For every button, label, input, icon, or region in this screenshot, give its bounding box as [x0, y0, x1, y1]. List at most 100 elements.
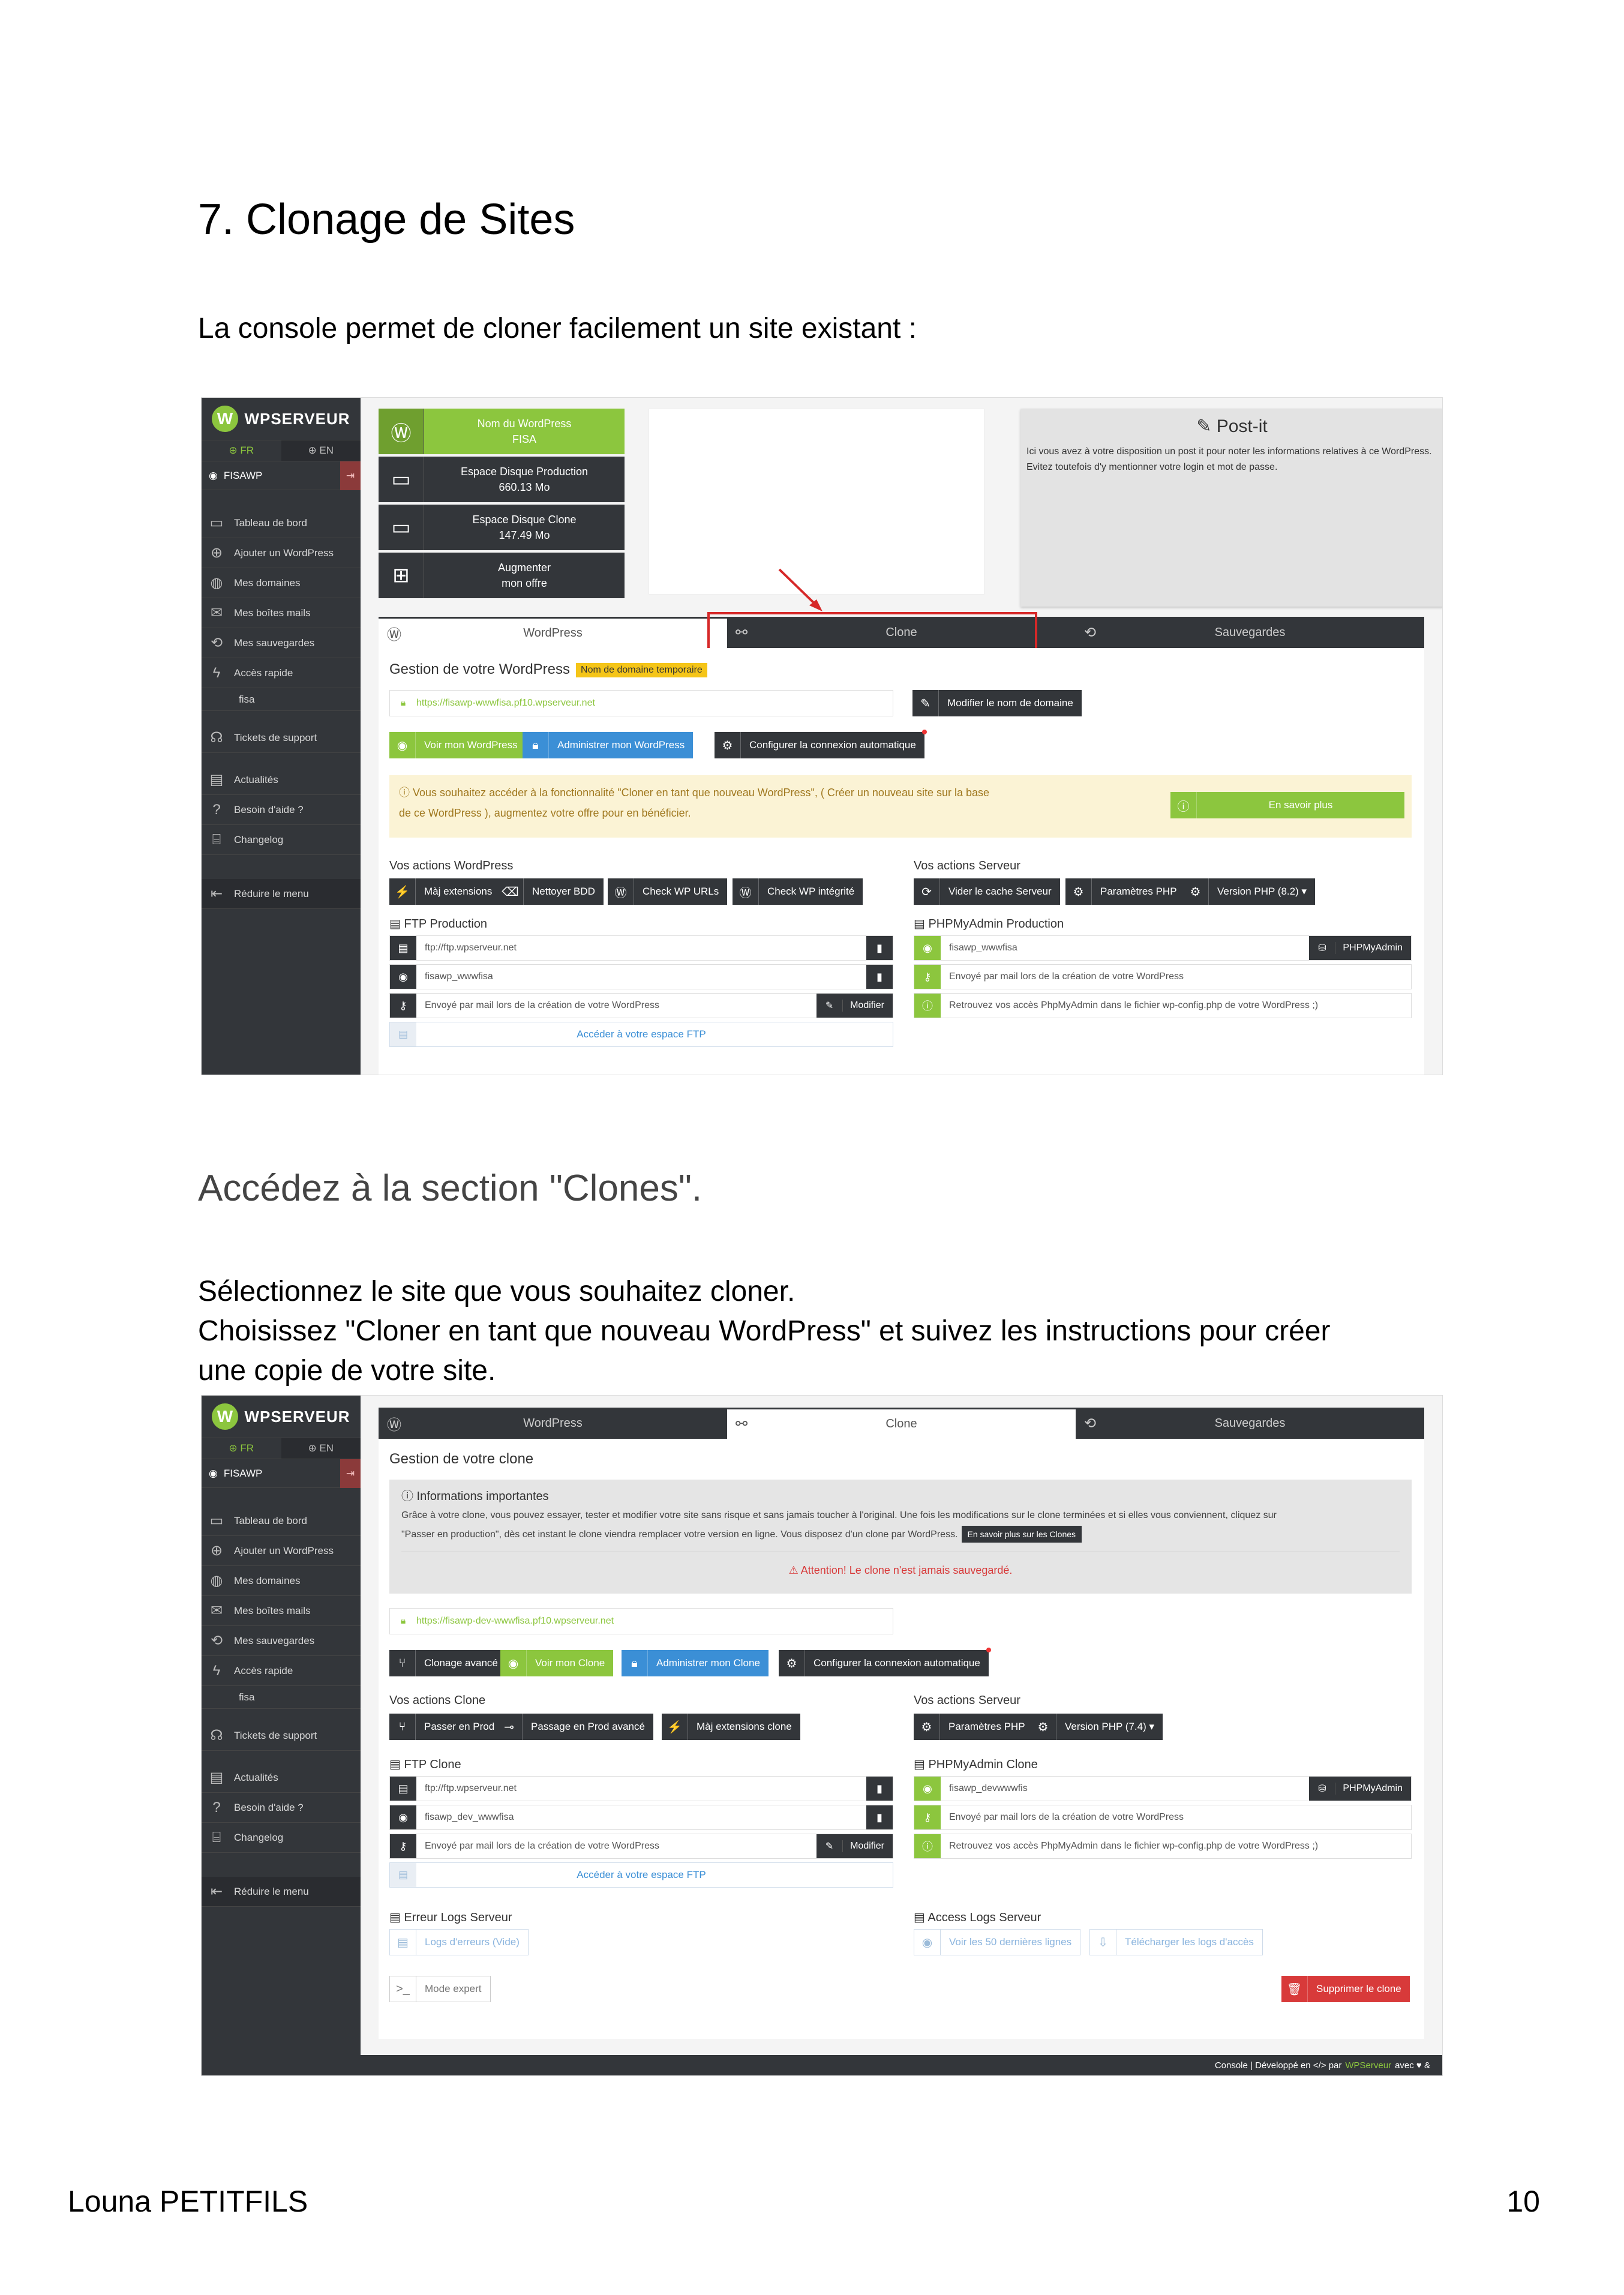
user-account[interactable]: ◉ FISAWP ⇥ [202, 461, 361, 490]
brand-logo: W WPSERVEUR [202, 398, 361, 440]
php-settings-button[interactable]: ⚙ Paramètres PHP [1065, 878, 1185, 905]
learn-more-button[interactable]: ⓘ En savoir plus [1170, 792, 1404, 818]
upgrade-offer-button[interactable]: ⊞ Augmenter mon offre [379, 553, 625, 598]
sidebar-item-dashboard[interactable]: ▭ Tableau de bord [202, 1506, 361, 1536]
error-logs-button[interactable]: ▤ Logs d'erreurs (Vide) [389, 1929, 529, 1955]
update-clone-extensions-button[interactable]: ⚡ Màj extensions clone [662, 1714, 800, 1740]
tab-wordpress[interactable]: Ⓦ WordPress [379, 617, 727, 648]
view-wordpress-button[interactable]: ◉ Voir mon WordPress [389, 732, 526, 758]
admin-wordpress-button[interactable]: 🔒︎ Administrer mon WordPress [523, 732, 694, 758]
ftp-access-button[interactable]: ▤ Accéder à votre espace FTP [389, 1862, 893, 1888]
ftp-password-field[interactable]: ⚷ Envoyé par mail lors de la création de … [389, 993, 893, 1018]
help-icon: ? [212, 801, 221, 818]
sidebar-item-news[interactable]: ▤ Actualités [202, 1763, 361, 1793]
ftp-title: ▤ FTP Clone [389, 1758, 461, 1771]
phpmyadmin-password-field[interactable]: ⚷ Envoyé par mail lors de la création de … [914, 1805, 1412, 1830]
sidebar-item-changelog[interactable]: ⌸ Changelog [202, 825, 361, 855]
phpmyadmin-button[interactable]: ⛁ PHPMyAdmin [1309, 936, 1411, 960]
sidebar-item-mailboxes[interactable]: ✉ Mes boîtes mails [202, 1596, 361, 1626]
site-url-field[interactable]: 🔒︎ https://fisawp-wwwfisa.pf10.wpserveur.… [389, 690, 893, 716]
php-settings-button[interactable]: ⚙ Paramètres PHP [914, 1714, 1034, 1740]
copy-icon[interactable]: ▮ [866, 1805, 893, 1829]
sidebar-item-domains[interactable]: ◍ Mes domaines [202, 1566, 361, 1596]
lang-en[interactable]: ⊕ EN [281, 1438, 361, 1459]
sidebar-item-add-wordpress[interactable]: ⊕ Ajouter un WordPress [202, 1536, 361, 1566]
delete-clone-button[interactable]: 🗑︎ Supprimer le clone [1281, 1976, 1410, 2002]
expert-mode-button[interactable]: >_ Mode expert [389, 1976, 491, 2002]
eye-icon: ◉ [914, 1930, 941, 1955]
clone-icon: ⚯ [736, 1416, 748, 1432]
ftp-host-field[interactable]: ▤ ftp://ftp.wpserveur.net ▮ [389, 1776, 893, 1801]
lang-fr[interactable]: ⊕ FR [202, 1438, 281, 1459]
ftp-user-field[interactable]: ◉ fisawp_wwwfisa ▮ [389, 964, 893, 989]
phpmyadmin-user-field[interactable]: ◉ fisawp_devwwwfis ⛁ PHPMyAdmin [914, 1776, 1412, 1801]
go-production-button[interactable]: ⑂ Passer en Prod [389, 1714, 503, 1740]
auto-login-button[interactable]: ⚙ Configurer la connexion automatique [715, 730, 927, 758]
sidebar-item-mailboxes[interactable]: ✉ Mes boîtes mails [202, 598, 361, 628]
sidebar-item-tickets[interactable]: ☊ Tickets de support [202, 1721, 361, 1751]
copy-icon[interactable]: ▮ [866, 965, 893, 989]
temporary-domain-badge: Nom de domaine temporaire [576, 662, 707, 677]
logout-icon[interactable]: ⇥ [340, 1459, 361, 1488]
wp-logo-icon: W [212, 406, 239, 432]
tab-clone[interactable]: ⚯ Clone [727, 1408, 1076, 1439]
phpmyadmin-password-field[interactable]: ⚷ Envoyé par mail lors de la création de … [914, 964, 1412, 989]
modify-password-button[interactable]: ✎ Modifier [816, 1834, 893, 1858]
ftp-user-field[interactable]: ◉ fisawp_dev_wwwfisa ▮ [389, 1805, 893, 1830]
user-icon: ◉ [914, 1777, 941, 1801]
tab-wordpress[interactable]: Ⓦ WordPress [379, 1408, 727, 1439]
tab-backups[interactable]: ⟲ Sauvegardes [1076, 1408, 1424, 1439]
sidebar-item-tickets[interactable]: ☊ Tickets de support [202, 723, 361, 753]
sidebar-item-quick-access[interactable]: ϟ Accès rapide [202, 658, 361, 688]
phpmyadmin-user-field[interactable]: ◉ fisawp_wwwfisa ⛁ PHPMyAdmin [914, 935, 1412, 961]
key-icon: ⚷ [390, 1834, 416, 1858]
clone-url-field[interactable]: 🔒︎ https://fisawp-dev-wwwfisa.pf10.wpserv… [389, 1608, 893, 1634]
copy-icon[interactable]: ▮ [866, 1777, 893, 1801]
ftp-access-button[interactable]: ▤ Accéder à votre espace FTP [389, 1022, 893, 1047]
check-urls-button[interactable]: Ⓦ Check WP URLs [608, 878, 728, 905]
lang-en[interactable]: ⊕ EN [281, 440, 361, 461]
view-last-lines-button[interactable]: ◉ Voir les 50 dernières lignes [914, 1929, 1081, 1955]
advanced-production-button[interactable]: ⊸ Passage en Prod avancé [496, 1714, 653, 1740]
post-it[interactable]: ✎ Post-it Ici vous avez à votre disposit… [1020, 409, 1442, 607]
sidebar-item-backups[interactable]: ⟲ Mes sauvegardes [202, 628, 361, 658]
sidebar-item-backups[interactable]: ⟲ Mes sauvegardes [202, 1626, 361, 1656]
sidebar-reduce-menu[interactable]: ⇤ Réduire le menu [202, 879, 361, 909]
sidebar-item-domains[interactable]: ◍ Mes domaines [202, 568, 361, 598]
user-account[interactable]: ◉ FISAWP ⇥ [202, 1459, 361, 1488]
sidebar-item-fisa[interactable]: fisa [202, 1686, 361, 1709]
modify-password-button[interactable]: ✎ Modifier [816, 994, 893, 1018]
sidebar-item-news[interactable]: ▤ Actualités [202, 765, 361, 795]
ftp-password-field[interactable]: ⚷ Envoyé par mail lors de la création de … [389, 1834, 893, 1859]
edit-icon: ✎ [912, 690, 939, 716]
modify-domain-button[interactable]: ✎ Modifier le nom de domaine [912, 690, 1082, 716]
sidebar-item-fisa[interactable]: fisa [202, 688, 361, 711]
tab-backups[interactable]: ⟲ Sauvegardes [1076, 617, 1424, 648]
clones-learn-more-button[interactable]: En savoir plus sur les Clones [961, 1526, 1082, 1543]
ftp-host-field[interactable]: ▤ ftp://ftp.wpserveur.net ▮ [389, 935, 893, 961]
logout-icon[interactable]: ⇥ [340, 461, 361, 490]
php-version-dropdown[interactable]: ⚙ Version PHP (8.2) ▾ [1182, 878, 1316, 905]
check-integrity-button[interactable]: Ⓦ Check WP intégrité [733, 878, 863, 905]
view-clone-button[interactable]: ◉ Voir mon Clone [500, 1650, 614, 1676]
auto-login-button[interactable]: ⚙ Configurer la connexion automatique [779, 1648, 991, 1676]
php-version-dropdown[interactable]: ⚙ Version PHP (7.4) ▾ [1030, 1714, 1163, 1740]
sidebar-item-quick-access[interactable]: ϟ Accès rapide [202, 1656, 361, 1686]
step-select: Sélectionnez le site que vous souhaitez … [198, 1276, 796, 1307]
clear-cache-button[interactable]: ⟳ Vider le cache Serveur [914, 878, 1060, 905]
sidebar-reduce-menu[interactable]: ⇤ Réduire le menu [202, 1877, 361, 1907]
sidebar-item-add-wordpress[interactable]: ⊕ Ajouter un WordPress [202, 538, 361, 568]
phpmyadmin-button[interactable]: ⛁ PHPMyAdmin [1309, 1777, 1411, 1801]
admin-clone-button[interactable]: 🔒︎ Administrer mon Clone [622, 1650, 769, 1676]
download-logs-button[interactable]: ⇩ Télécharger les logs d'accès [1089, 1929, 1263, 1955]
sidebar-item-help[interactable]: ? Besoin d'aide ? [202, 1793, 361, 1823]
advanced-clone-button[interactable]: ⑂ Clonage avancé [389, 1650, 506, 1676]
lang-fr[interactable]: ⊕ FR [202, 440, 281, 461]
copy-icon[interactable]: ▮ [866, 936, 893, 960]
sidebar-item-changelog[interactable]: ⌸ Changelog [202, 1823, 361, 1853]
intro-paragraph: La console permet de cloner facilement u… [198, 313, 917, 344]
update-extensions-button[interactable]: ⚡ Màj extensions [389, 878, 501, 905]
sidebar-item-help[interactable]: ? Besoin d'aide ? [202, 795, 361, 825]
sidebar-item-dashboard[interactable]: ▭ Tableau de bord [202, 508, 361, 538]
clean-db-button[interactable]: ⌫ Nettoyer BDD [497, 878, 604, 905]
